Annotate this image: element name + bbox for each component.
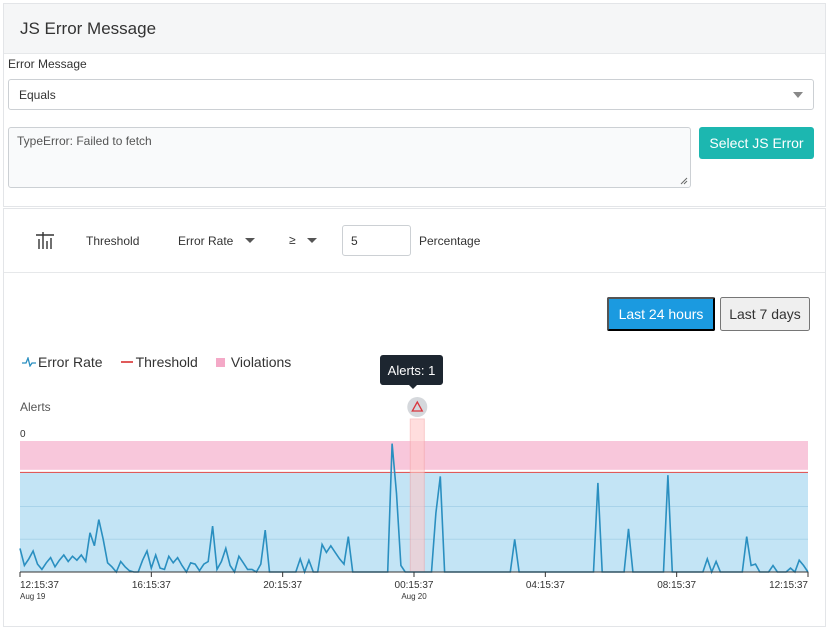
error-message-textarea[interactable]: TypeError: Failed to fetch [8, 127, 691, 188]
alert-rule-panel: Threshold Error Rate ≥ 5 Percentage Last… [3, 208, 826, 627]
legend-violations[interactable]: Violations [215, 354, 292, 370]
threshold-label: Threshold [86, 234, 140, 248]
chart-legend: Error Rate Threshold Violations [22, 354, 309, 370]
metric-chevron-down-icon[interactable] [245, 238, 255, 243]
alert-tooltip: Alerts: 1 [380, 355, 443, 385]
comparison-select[interactable]: ≥ [289, 233, 296, 247]
violation-square-icon [215, 357, 225, 367]
threshold-chart-icon [36, 232, 54, 249]
legend-threshold-label: Threshold [135, 354, 198, 370]
legend-error-rate[interactable]: Error Rate [22, 354, 103, 370]
legend-error-rate-label: Error Rate [38, 354, 103, 370]
unit-label: Percentage [419, 234, 481, 248]
tooltip-arrow [408, 384, 418, 389]
panel-title: JS Error Message [20, 18, 157, 38]
line-series-icon [22, 357, 36, 367]
threshold-value-input[interactable]: 5 [342, 225, 411, 256]
last-7-days-button[interactable]: Last 7 days [720, 297, 810, 331]
chevron-down-icon [793, 92, 803, 98]
legend-threshold[interactable]: Threshold [120, 354, 198, 370]
resize-grip-icon[interactable] [680, 177, 688, 185]
panel-header: JS Error Message [4, 4, 825, 54]
metric-select[interactable]: Error Rate [178, 234, 233, 248]
operator-select-value: Equals [19, 87, 56, 102]
comparison-chevron-down-icon[interactable] [307, 238, 317, 243]
error-message-text: TypeError: Failed to fetch [17, 134, 152, 148]
select-js-error-button[interactable]: Select JS Error [699, 127, 814, 159]
threshold-value-text: 5 [351, 233, 358, 248]
operator-select[interactable]: Equals [8, 79, 814, 110]
legend-violations-label: Violations [230, 354, 292, 370]
threshold-rule-bar: Threshold Error Rate ≥ 5 Percentage [4, 209, 825, 273]
error-message-label: Error Message [8, 57, 87, 71]
last-24-hours-button[interactable]: Last 24 hours [607, 297, 715, 331]
threshold-line-icon [120, 361, 133, 363]
